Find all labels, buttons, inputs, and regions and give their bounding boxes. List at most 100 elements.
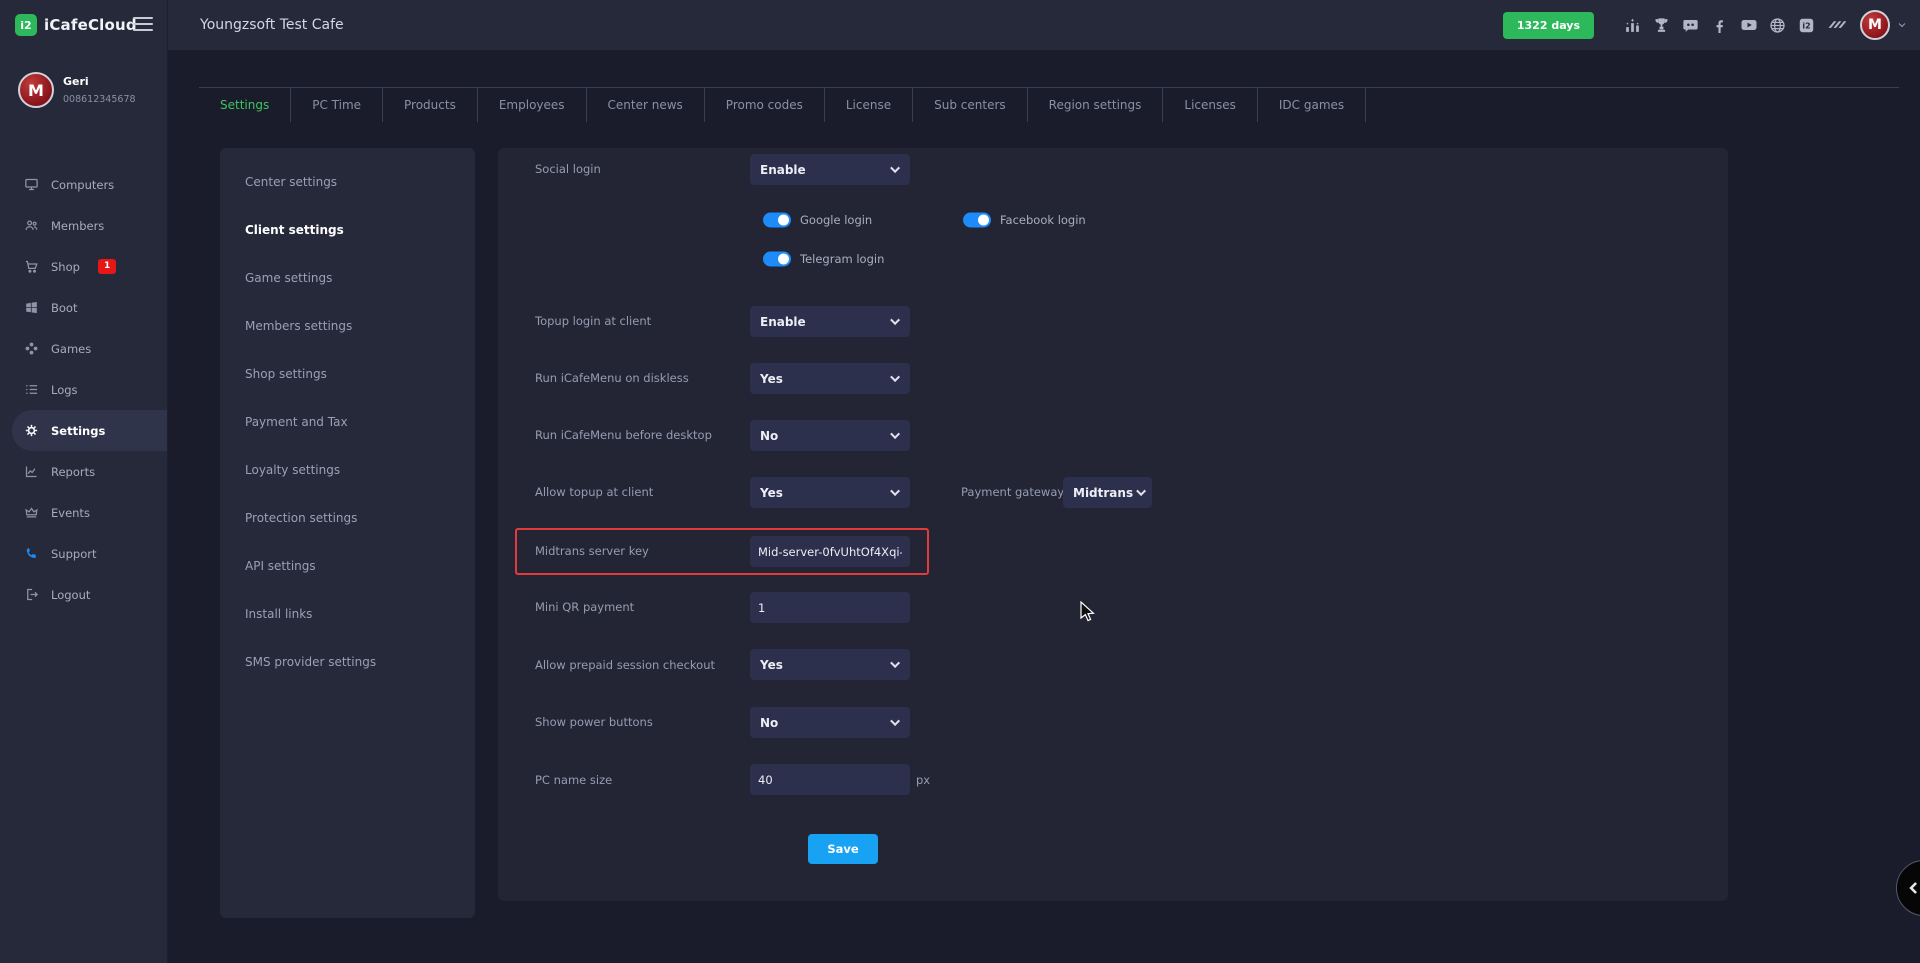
- icafecloud-icon[interactable]: i2: [1792, 16, 1821, 35]
- telegram-login-toggle[interactable]: [763, 252, 791, 267]
- subnav-members-settings[interactable]: Members settings: [220, 302, 475, 350]
- sidebar-item-logs[interactable]: Logs: [0, 369, 167, 410]
- run-before-desktop-select[interactable]: No: [750, 420, 910, 451]
- gear-icon: [24, 423, 39, 438]
- pc-name-size-unit: px: [916, 773, 930, 787]
- sidebar-avatar[interactable]: M: [18, 72, 54, 108]
- mini-qr-input[interactable]: [750, 592, 910, 623]
- chevron-left-icon: [1904, 878, 1920, 898]
- prepaid-checkout-select[interactable]: Yes: [750, 649, 910, 680]
- sidebar-item-members[interactable]: Members: [0, 205, 167, 246]
- google-login-toggle[interactable]: [763, 213, 791, 228]
- trophy-icon[interactable]: [1647, 16, 1676, 35]
- payment-gateway-select[interactable]: Midtrans: [1063, 477, 1152, 508]
- globe-icon[interactable]: [1763, 16, 1792, 35]
- allow-topup-select[interactable]: Yes: [750, 477, 910, 508]
- facebook-login-toggle[interactable]: [963, 213, 991, 228]
- tab-products[interactable]: Products: [383, 88, 478, 122]
- tab-settings[interactable]: Settings: [199, 88, 291, 122]
- sidebar-item-events[interactable]: Events: [0, 492, 167, 533]
- topup-login-select[interactable]: Enable: [750, 306, 910, 337]
- chevron-down-icon: [890, 486, 900, 496]
- sidebar-item-boot[interactable]: Boot: [0, 287, 167, 328]
- payment-gateway-label: Payment gateway: [961, 485, 1064, 499]
- subnav-loyalty-settings[interactable]: Loyalty settings: [220, 446, 475, 494]
- shop-badge: 1: [98, 259, 116, 274]
- sidebar-item-logout[interactable]: Logout: [0, 574, 167, 615]
- midtrans-server-key-label: Midtrans server key: [535, 544, 649, 558]
- social-login-label: Social login: [535, 162, 601, 176]
- top-header: i2 iCafeCloud Youngzsoft Test Cafe 1322 …: [0, 0, 1920, 50]
- sidebar-item-games[interactable]: Games: [0, 328, 167, 369]
- user-id: 008612345678: [63, 94, 136, 105]
- tab-license[interactable]: License: [825, 88, 913, 122]
- user-avatar[interactable]: M: [1860, 10, 1890, 40]
- chart-icon: [24, 464, 39, 479]
- pc-name-size-label: PC name size: [535, 773, 612, 787]
- monitor-icon: [24, 177, 39, 192]
- chevron-down-icon[interactable]: [1896, 16, 1908, 35]
- tab-idc-games[interactable]: IDC games: [1258, 88, 1366, 122]
- subnav-center-settings[interactable]: Center settings: [220, 158, 475, 206]
- brand-name: iCafeCloud: [44, 16, 137, 34]
- chevron-down-icon: [890, 372, 900, 382]
- run-diskless-label: Run iCafeMenu on diskless: [535, 371, 689, 385]
- social-login-select[interactable]: Enable: [750, 154, 910, 185]
- sidebar: M Geri 008612345678 Computers Members Sh…: [0, 50, 168, 963]
- list-icon: [24, 382, 39, 397]
- sidebar-item-support[interactable]: Support: [0, 533, 167, 574]
- chevron-down-icon: [890, 716, 900, 726]
- license-days-badge[interactable]: 1322 days: [1503, 12, 1594, 39]
- phone-icon: [24, 546, 39, 561]
- discord-icon[interactable]: [1676, 16, 1705, 35]
- youtube-icon[interactable]: [1734, 15, 1763, 35]
- svg-text:i2: i2: [1802, 21, 1810, 30]
- hamburger-menu-icon[interactable]: [133, 17, 153, 35]
- cafe-title: Youngzsoft Test Cafe: [200, 0, 344, 50]
- subnav-game-settings[interactable]: Game settings: [220, 254, 475, 302]
- midtrans-server-key-input[interactable]: [750, 536, 910, 567]
- leaderboard-icon[interactable]: [1618, 16, 1647, 35]
- save-button[interactable]: Save: [808, 834, 878, 864]
- logout-icon: [24, 587, 39, 602]
- facebook-icon[interactable]: [1705, 16, 1734, 35]
- collapse-panel-button[interactable]: [1896, 860, 1920, 916]
- subnav-api-settings[interactable]: API settings: [220, 542, 475, 590]
- header-actions: 1322 days: [1503, 0, 1908, 50]
- sidebar-user: M Geri 008612345678: [18, 72, 136, 108]
- run-diskless-select[interactable]: Yes: [750, 363, 910, 394]
- crown-icon: [24, 505, 39, 520]
- tab-sub-centers[interactable]: Sub centers: [913, 88, 1028, 122]
- sidebar-item-computers[interactable]: Computers: [0, 164, 167, 205]
- user-name: Geri: [63, 75, 136, 88]
- tab-employees[interactable]: Employees: [478, 88, 587, 122]
- run-before-desktop-label: Run iCafeMenu before desktop: [535, 428, 712, 442]
- facebook-login-label: Facebook login: [1000, 213, 1086, 227]
- layers-icon[interactable]: [1821, 15, 1850, 35]
- subnav-install-links[interactable]: Install links: [220, 590, 475, 638]
- power-buttons-select[interactable]: No: [750, 707, 910, 738]
- sidebar-item-settings[interactable]: Settings: [12, 410, 167, 451]
- topup-login-label: Topup login at client: [535, 314, 651, 328]
- subnav-shop-settings[interactable]: Shop settings: [220, 350, 475, 398]
- subnav-payment-and-tax[interactable]: Payment and Tax: [220, 398, 475, 446]
- chevron-down-icon: [890, 658, 900, 668]
- chevron-down-icon: [890, 429, 900, 439]
- sidebar-item-reports[interactable]: Reports: [0, 451, 167, 492]
- tab-licenses[interactable]: Licenses: [1163, 88, 1258, 122]
- icafecloud-logo-icon: i2: [15, 14, 37, 36]
- subnav-protection-settings[interactable]: Protection settings: [220, 494, 475, 542]
- tab-promo-codes[interactable]: Promo codes: [705, 88, 825, 122]
- subnav-client-settings[interactable]: Client settings: [220, 206, 475, 254]
- tab-center-news[interactable]: Center news: [587, 88, 705, 122]
- sidebar-nav: Computers Members Shop 1 Boot Games Logs…: [0, 164, 167, 615]
- subnav-sms-provider-settings[interactable]: SMS provider settings: [220, 638, 475, 686]
- tab-region-settings[interactable]: Region settings: [1028, 88, 1164, 122]
- sidebar-item-shop[interactable]: Shop 1: [0, 246, 167, 287]
- members-icon: [24, 218, 39, 233]
- tab-pc-time[interactable]: PC Time: [291, 88, 383, 122]
- pc-name-size-input[interactable]: [750, 764, 910, 795]
- logo-area: i2 iCafeCloud: [0, 0, 168, 50]
- tabs-bar: Settings PC Time Products Employees Cent…: [199, 88, 1366, 122]
- gamepad-icon: [24, 341, 39, 356]
